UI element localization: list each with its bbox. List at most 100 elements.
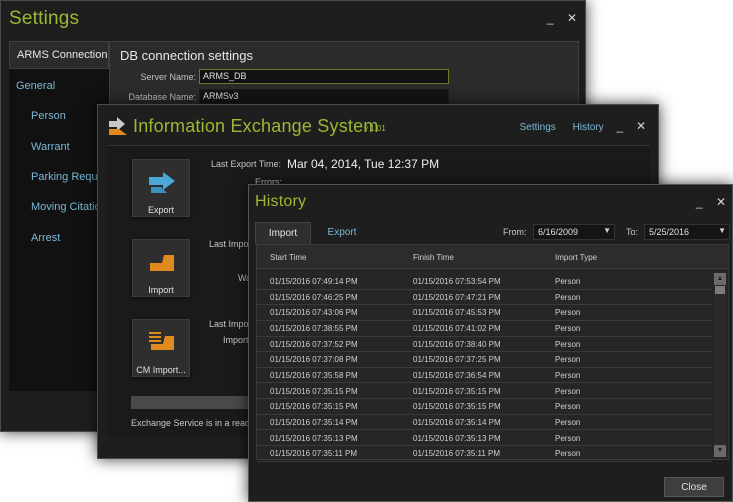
import-status-label: Import <box>223 335 249 345</box>
nav-item-arms-connection[interactable]: ARMS Connection <box>9 41 109 69</box>
from-date-value: 6/16/2009 <box>538 227 579 237</box>
history-window: History _ ✕ Import Export From: 6/16/200… <box>248 184 733 502</box>
table-row[interactable]: 01/15/2016 07:38:55 PM 01/15/2016 07:41:0… <box>257 321 712 337</box>
start-time-cell: 01/15/2016 07:35:15 PM <box>270 402 358 412</box>
settings-link[interactable]: Settings <box>520 122 556 133</box>
vertical-scrollbar[interactable]: ▲ ▼ <box>714 273 726 457</box>
scroll-thumb[interactable] <box>715 286 725 294</box>
nav-item-moving-citation[interactable]: Moving Citation <box>31 201 107 213</box>
start-time-cell: 01/15/2016 07:37:52 PM <box>270 339 358 349</box>
table-row[interactable]: 01/15/2016 07:46:25 PM 01/15/2016 07:47:2… <box>257 290 712 306</box>
import-icon <box>150 255 174 271</box>
history-table: Start Time Finish Time Import Type 01/15… <box>256 244 729 462</box>
table-row[interactable]: 01/15/2016 07:35:58 PM 01/15/2016 07:36:5… <box>257 368 712 384</box>
table-row[interactable]: 01/15/2016 07:37:52 PM 01/15/2016 07:38:4… <box>257 337 712 353</box>
chevron-down-icon: ▼ <box>603 226 611 235</box>
export-icon <box>149 172 175 193</box>
finish-time-cell: 01/15/2016 07:36:54 PM <box>413 370 501 380</box>
last-import-label: Last Impo <box>209 239 249 249</box>
ies-version: v 1.01 <box>364 124 386 133</box>
start-time-cell: 01/15/2016 07:35:11 PM <box>270 449 358 459</box>
ies-title: Information Exchange System <box>133 116 379 136</box>
ies-logo-icon <box>109 117 127 135</box>
from-date-select[interactable]: 6/16/2009 ▼ <box>533 224 615 240</box>
finish-time-cell: 01/15/2016 07:35:15 PM <box>413 386 501 396</box>
to-date-value: 5/25/2016 <box>649 227 690 237</box>
minimize-icon[interactable]: _ <box>547 11 554 25</box>
nav-item-person[interactable]: Person <box>31 110 66 122</box>
finish-time-cell: 01/15/2016 07:35:14 PM <box>413 417 501 427</box>
import-type-cell: Person <box>555 402 581 412</box>
settings-title: Settings <box>9 8 80 29</box>
from-label: From: <box>503 227 527 237</box>
cm-import-icon <box>149 332 174 350</box>
column-header-start-time[interactable]: Start Time <box>270 253 306 262</box>
minimize-icon[interactable]: _ <box>616 119 623 133</box>
start-time-cell: 01/15/2016 07:35:14 PM <box>270 417 358 427</box>
finish-time-cell: 01/15/2016 07:37:25 PM <box>413 355 501 365</box>
scroll-down-icon[interactable]: ▼ <box>714 445 726 457</box>
table-header: Start Time Finish Time Import Type <box>257 245 728 269</box>
cm-import-tile[interactable]: CM Import... <box>132 319 190 377</box>
start-time-cell: 01/15/2016 07:35:13 PM <box>270 433 358 443</box>
ies-header-links: Settings History _ ✕ <box>506 119 646 133</box>
import-type-cell: Person <box>555 292 581 302</box>
finish-time-cell: 01/15/2016 07:35:11 PM <box>413 449 501 459</box>
tab-import[interactable]: Import <box>255 222 311 244</box>
start-time-cell: 01/15/2016 07:38:55 PM <box>270 323 358 333</box>
close-icon[interactable]: ✕ <box>636 119 646 133</box>
import-type-cell: Person <box>555 277 581 286</box>
close-icon[interactable]: ✕ <box>716 195 726 209</box>
table-row[interactable]: 01/15/2016 07:35:11 PM 01/15/2016 07:35:1… <box>257 446 712 462</box>
chevron-down-icon: ▼ <box>718 226 726 235</box>
nav-item-warrant[interactable]: Warrant <box>31 141 70 153</box>
import-tile[interactable]: Import <box>132 239 190 297</box>
minimize-icon[interactable]: _ <box>696 195 703 209</box>
import-type-cell: Person <box>555 339 581 349</box>
table-row[interactable]: 01/15/2016 07:35:14 PM 01/15/2016 07:35:1… <box>257 415 712 431</box>
history-title: History <box>255 193 307 210</box>
finish-time-cell: 01/15/2016 07:47:21 PM <box>413 292 501 302</box>
settings-window-controls: _ ✕ <box>537 11 577 25</box>
export-tile[interactable]: Export <box>132 159 190 217</box>
cm-import-tile-label: CM Import... <box>136 365 186 375</box>
table-row[interactable]: 01/15/2016 07:35:15 PM 01/15/2016 07:35:1… <box>257 384 712 400</box>
import-type-cell: Person <box>555 433 581 443</box>
service-status: Exchange Service is in a read <box>131 418 251 428</box>
scroll-up-icon[interactable]: ▲ <box>714 273 726 285</box>
table-row[interactable]: 01/15/2016 07:35:13 PM 01/15/2016 07:35:1… <box>257 431 712 447</box>
table-row[interactable]: 01/15/2016 07:49:14 PM 01/15/2016 07:53:5… <box>257 274 712 290</box>
column-header-finish-time[interactable]: Finish Time <box>413 253 454 262</box>
import-type-cell: Person <box>555 370 581 380</box>
start-time-cell: 01/15/2016 07:43:06 PM <box>270 308 358 318</box>
finish-time-cell: 01/15/2016 07:45:53 PM <box>413 308 501 318</box>
last-cm-import-label: Last Impo <box>209 319 249 329</box>
last-export-label: Last Export Time: <box>211 159 282 169</box>
table-row[interactable]: 01/15/2016 07:43:06 PM 01/15/2016 07:45:5… <box>257 305 712 321</box>
nav-item-general[interactable]: General <box>16 80 55 92</box>
server-name-input[interactable]: ARMS_DB <box>199 69 449 84</box>
column-header-import-type[interactable]: Import Type <box>555 253 597 262</box>
import-type-cell: Person <box>555 449 581 459</box>
import-type-cell: Person <box>555 308 581 318</box>
progress-bar <box>131 396 261 409</box>
close-button[interactable]: Close <box>664 477 724 497</box>
import-tile-label: Import <box>148 285 174 295</box>
table-row[interactable]: 01/15/2016 07:37:08 PM 01/15/2016 07:37:2… <box>257 352 712 368</box>
close-icon[interactable]: ✕ <box>567 11 577 25</box>
last-export-value: Mar 04, 2014, Tue 12:37 PM <box>287 157 440 171</box>
to-date-select[interactable]: 5/25/2016 ▼ <box>644 224 730 240</box>
database-name-input[interactable]: ARMSv3 <box>199 89 449 104</box>
export-tile-label: Export <box>147 205 174 215</box>
to-label: To: <box>626 227 639 237</box>
history-link[interactable]: History <box>573 122 604 133</box>
start-time-cell: 01/15/2016 07:46:25 PM <box>270 292 358 302</box>
finish-time-cell: 01/15/2016 07:35:13 PM <box>413 433 501 443</box>
finish-time-cell: 01/15/2016 07:38:40 PM <box>413 339 501 349</box>
database-name-label: Database Name: <box>128 92 196 102</box>
table-row[interactable]: 01/15/2016 07:35:15 PM 01/15/2016 07:35:1… <box>257 399 712 415</box>
finish-time-cell: 01/15/2016 07:35:15 PM <box>413 402 501 412</box>
nav-item-arrest[interactable]: Arrest <box>31 232 60 244</box>
import-type-cell: Person <box>555 417 581 427</box>
tab-export[interactable]: Export <box>319 222 365 244</box>
